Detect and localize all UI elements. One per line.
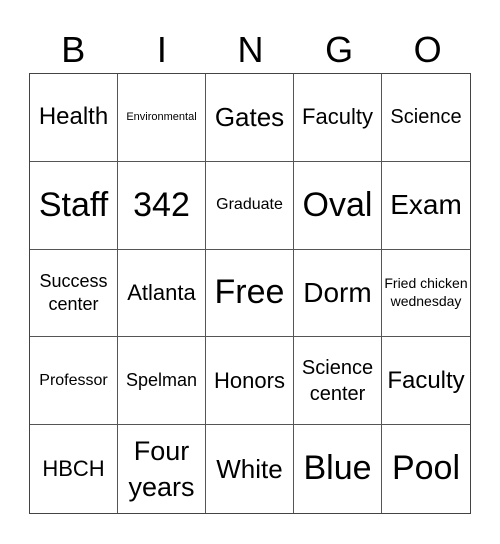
bingo-cell[interactable]: Oval (294, 161, 382, 250)
bingo-cell[interactable]: Staff (30, 161, 118, 250)
bingo-cell[interactable]: Pool (382, 425, 470, 513)
bingo-cell[interactable]: Dorm (294, 249, 382, 338)
bingo-cell[interactable]: Four years (118, 425, 206, 513)
header-letter-b: B (61, 29, 86, 70)
bingo-cell[interactable]: Fried chicken wednesday (382, 250, 470, 338)
bingo-cell[interactable]: Professor (30, 337, 118, 426)
header-letter-i: I (156, 29, 167, 70)
bingo-cell[interactable]: Health (30, 74, 118, 162)
bingo-cell[interactable]: Environmental (118, 74, 206, 162)
bingo-cell[interactable]: 342 (118, 161, 206, 250)
bingo-cell[interactable]: Gates (206, 74, 294, 162)
bingo-cell[interactable]: Spelman (118, 337, 206, 426)
bingo-grid: Health Environmental Gates Faculty Scien… (29, 73, 471, 514)
header-letter-n: N (237, 29, 264, 70)
header-letter-o: O (413, 29, 442, 70)
bingo-cell[interactable]: Graduate (206, 161, 294, 250)
bingo-cell[interactable]: Science (382, 74, 470, 162)
bingo-cell[interactable]: Atlanta (118, 249, 206, 338)
bingo-cell[interactable]: Science center (294, 337, 382, 426)
bingo-cell[interactable]: HBCH (30, 425, 118, 513)
bingo-header: B I N G O (29, 28, 472, 72)
bingo-cell[interactable]: Faculty (382, 337, 470, 426)
bingo-cell[interactable]: Honors (206, 337, 294, 426)
bingo-cell[interactable]: Free (206, 249, 294, 338)
bingo-cell[interactable]: Exam (382, 162, 470, 250)
bingo-cell[interactable]: Faculty (294, 74, 382, 162)
header-letter-g: G (325, 29, 354, 70)
bingo-cell[interactable]: Blue (294, 425, 382, 513)
bingo-cell[interactable]: Success center (30, 249, 118, 338)
bingo-cell[interactable]: White (206, 425, 294, 513)
